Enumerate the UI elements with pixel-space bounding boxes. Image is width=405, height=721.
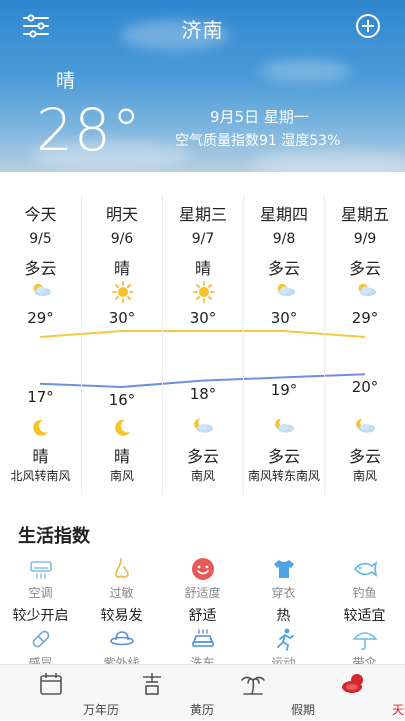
life-index-item[interactable]: 穿衣热 xyxy=(243,556,324,625)
cloud-moon-icon xyxy=(273,417,295,435)
tab-calendar[interactable]: 万年历 xyxy=(0,665,101,721)
forecast-night-condition: 多云 xyxy=(163,443,243,467)
life-index-value: 较适宜 xyxy=(324,605,405,625)
tshirt-icon xyxy=(271,556,297,582)
running-icon xyxy=(271,626,297,652)
ji-icon xyxy=(139,671,165,697)
life-index-name: 钓鱼 xyxy=(324,584,405,601)
life-index-value: 热 xyxy=(243,605,324,625)
hat-icon xyxy=(109,626,135,652)
forecast-day-label: 星期五 xyxy=(325,201,405,225)
forecast-date: 9/5 xyxy=(0,231,81,247)
weather-header: 济南 晴 28° 9月5日 星期一 空气质量指数91 湿度53% xyxy=(0,0,405,172)
smiley-icon xyxy=(190,556,216,582)
forecast-wind: 南风 xyxy=(325,469,405,483)
forecast-day-label: 星期四 xyxy=(244,201,324,225)
partly-cloudy-icon xyxy=(274,281,296,299)
air-conditioner-icon xyxy=(28,556,54,582)
forecast-day-condition: 多云 xyxy=(244,255,324,279)
life-index-title: 生活指数 xyxy=(18,522,90,548)
partly-cloudy-icon xyxy=(30,281,52,299)
life-index-value: 较少开启 xyxy=(0,605,81,625)
life-index-item[interactable]: 钓鱼较适宜 xyxy=(324,556,405,625)
forecast-wind: 南风 xyxy=(163,469,243,483)
nose-icon xyxy=(109,556,135,582)
sky-cloud xyxy=(260,60,350,82)
life-index-name: 过敏 xyxy=(81,584,162,601)
life-index-name: 穿衣 xyxy=(243,584,324,601)
bottom-tab-bar: 万年历黄历假期天气 xyxy=(0,664,405,720)
forecast-high-temp: 29° xyxy=(0,309,81,327)
tab-ji[interactable]: 黄历 xyxy=(101,665,202,721)
sun-icon xyxy=(193,281,215,299)
forecast-day-column[interactable]: 星期五 9/9 多云 29° 20° 多云南风 xyxy=(324,195,405,495)
forecast-high-temp: 29° xyxy=(325,309,405,327)
forecast-low-temp: 19° xyxy=(244,381,324,399)
life-index-item[interactable]: 过敏较易发 xyxy=(81,556,162,625)
sky-cloud xyxy=(250,150,405,172)
tab-label: 天气 xyxy=(354,701,405,718)
tab-palm-tree[interactable]: 假期 xyxy=(202,665,303,721)
cloud-moon-icon xyxy=(354,417,376,435)
palm-tree-icon xyxy=(240,671,266,697)
life-index-name: 舒适度 xyxy=(162,584,243,601)
forecast-night-condition: 多云 xyxy=(325,443,405,467)
forecast-wind: 南风转东南风 xyxy=(244,469,324,483)
pill-icon xyxy=(28,626,54,652)
top-bar: 济南 xyxy=(0,0,405,52)
life-index-name: 空调 xyxy=(0,584,81,601)
calendar-icon xyxy=(38,671,64,697)
forecast-day-label: 星期三 xyxy=(163,201,243,225)
cloud-moon-icon xyxy=(192,417,214,435)
forecast-low-temp: 20° xyxy=(325,378,405,396)
forecast-night-condition: 晴 xyxy=(82,443,162,467)
umbrella-icon xyxy=(352,626,378,652)
forecast-wind: 南风 xyxy=(82,469,162,483)
life-index-value: 较易发 xyxy=(81,605,162,625)
forecast-day-condition: 晴 xyxy=(163,255,243,279)
life-index-item[interactable]: 空调较少开启 xyxy=(0,556,81,625)
forecast-high-temp: 30° xyxy=(82,309,162,327)
city-name[interactable]: 济南 xyxy=(0,14,405,43)
forecast-low-temp: 17° xyxy=(0,388,81,406)
forecast-day-column[interactable]: 星期三 9/7 晴 30° 18° 多云南风 xyxy=(162,195,243,495)
moon-icon xyxy=(29,417,51,435)
forecast-date: 9/9 xyxy=(325,231,405,247)
forecast-high-temp: 30° xyxy=(163,309,243,327)
forecast-low-temp: 16° xyxy=(82,391,162,409)
forecast-day-label: 明天 xyxy=(82,201,162,225)
forecast-date: 9/8 xyxy=(244,231,324,247)
forecast-day-condition: 多云 xyxy=(0,255,81,279)
forecast-wind: 北风转南风 xyxy=(0,469,81,483)
car-icon xyxy=(190,626,216,652)
sun-icon xyxy=(112,281,134,299)
forecast-day-column[interactable]: 星期四 9/8 多云 30° 19° 多云南风转东南风 xyxy=(243,195,324,495)
tab-weather[interactable]: 天气 xyxy=(303,665,404,721)
moon-icon xyxy=(111,417,133,435)
five-day-forecast: 今天9/5多云29°17°晴北风转南风明天9/6晴30°16°晴南风星期三9/7… xyxy=(0,195,405,495)
forecast-night-condition: 多云 xyxy=(244,443,324,467)
forecast-day-condition: 晴 xyxy=(82,255,162,279)
current-condition: 晴 xyxy=(56,66,75,93)
life-index-item[interactable]: 舒适度舒适 xyxy=(162,556,243,625)
forecast-day-label: 今天 xyxy=(0,201,81,225)
forecast-day-condition: 多云 xyxy=(325,255,405,279)
forecast-low-temp: 18° xyxy=(163,385,243,403)
forecast-date: 9/7 xyxy=(163,231,243,247)
forecast-night-condition: 晴 xyxy=(0,443,81,467)
current-date: 9月5日 星期一 xyxy=(210,106,309,127)
forecast-high-temp: 30° xyxy=(244,309,324,327)
fish-icon xyxy=(352,556,378,582)
current-temperature: 28° xyxy=(36,96,142,164)
add-city-icon[interactable] xyxy=(355,13,381,39)
forecast-day-column[interactable]: 明天 9/6 晴 30° 16° 晴南风 xyxy=(81,195,162,495)
air-quality-humidity: 空气质量指数91 湿度53% xyxy=(175,130,340,150)
life-index-value: 舒适 xyxy=(162,605,243,625)
forecast-day-column[interactable]: 今天 9/5 多云 29° 17° 晴北风转南风 xyxy=(0,195,81,495)
forecast-date: 9/6 xyxy=(82,231,162,247)
partly-cloudy-icon xyxy=(355,281,377,299)
weather-icon xyxy=(341,671,367,697)
